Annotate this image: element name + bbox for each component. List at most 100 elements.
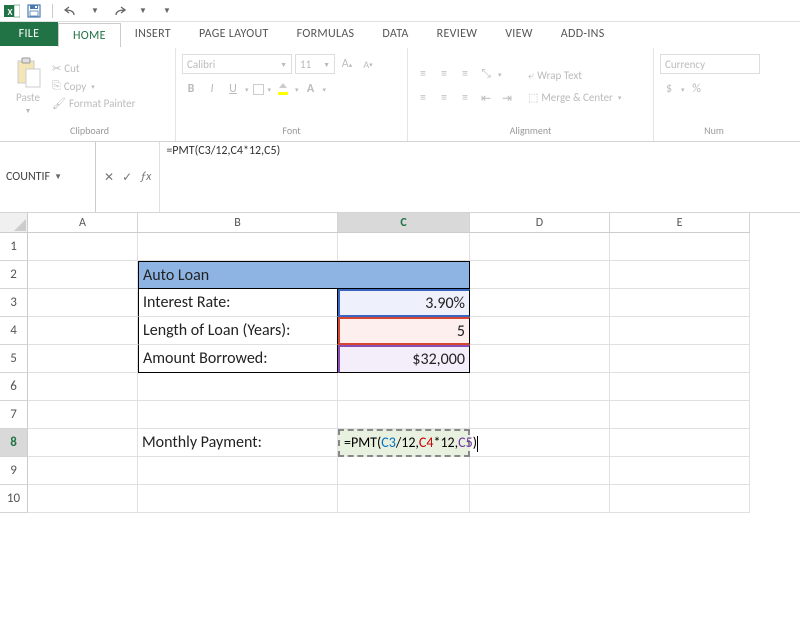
col-A[interactable]: A: [28, 213, 138, 233]
tab-view[interactable]: VIEW: [491, 22, 547, 46]
italic-button[interactable]: I: [203, 80, 221, 98]
select-all-corner[interactable]: [0, 213, 28, 233]
cell-D6[interactable]: [470, 373, 610, 401]
decrease-font-icon[interactable]: A▾: [359, 55, 377, 73]
row-10[interactable]: 10: [0, 485, 28, 513]
underline-button[interactable]: U: [224, 80, 242, 98]
cell-E9[interactable]: [610, 457, 750, 485]
cell-A4[interactable]: [28, 317, 138, 345]
row-8[interactable]: 8: [0, 429, 28, 457]
cell-A1[interactable]: [28, 233, 138, 261]
cell-D10[interactable]: [470, 485, 610, 513]
cell-C1[interactable]: [338, 233, 470, 261]
cell-E1[interactable]: [610, 233, 750, 261]
font-size-select[interactable]: 11▼: [295, 54, 335, 74]
tab-formulas[interactable]: FORMULAS: [283, 22, 369, 46]
fill-color-button[interactable]: [274, 80, 292, 98]
cell-D1[interactable]: [470, 233, 610, 261]
cell-B5[interactable]: Amount Borrowed:: [138, 345, 338, 373]
cell-A10[interactable]: [28, 485, 138, 513]
copy-button[interactable]: ⎘Copy▾: [50, 78, 137, 94]
font-color-button[interactable]: A: [302, 80, 320, 98]
paste-button[interactable]: Paste ▼: [10, 55, 46, 117]
align-middle-icon[interactable]: ≡: [435, 65, 453, 83]
orientation-icon[interactable]: ⤡: [477, 65, 495, 83]
wrap-text-button[interactable]: ⤶Wrap Text: [526, 68, 623, 84]
cell-A6[interactable]: [28, 373, 138, 401]
align-bottom-icon[interactable]: ≡: [456, 65, 474, 83]
cell-D3[interactable]: [470, 289, 610, 317]
cell-B9[interactable]: [138, 457, 338, 485]
spreadsheet-grid[interactable]: A B C D E 1 2 3 4 5 6 7 8 9 10 Auto Loan…: [0, 213, 800, 643]
cell-E3[interactable]: [610, 289, 750, 317]
align-right-icon[interactable]: ≡: [456, 89, 474, 107]
cell-A2[interactable]: [28, 261, 138, 289]
cell-C4[interactable]: 5: [338, 317, 470, 345]
row-2[interactable]: 2: [0, 261, 28, 289]
col-C[interactable]: C: [338, 213, 470, 233]
cell-C6[interactable]: [338, 373, 470, 401]
cell-B4[interactable]: Length of Loan (Years):: [138, 317, 338, 345]
cell-A8[interactable]: [28, 429, 138, 457]
cell-C2[interactable]: [338, 261, 470, 289]
cut-button[interactable]: ✂Cut: [50, 61, 137, 76]
cell-E7[interactable]: [610, 401, 750, 429]
cell-E6[interactable]: [610, 373, 750, 401]
save-button[interactable]: [24, 2, 44, 20]
name-box[interactable]: COUNTIF ▼: [0, 142, 96, 212]
col-B[interactable]: B: [138, 213, 338, 233]
insert-function-button[interactable]: ƒx: [140, 170, 151, 184]
cell-C7[interactable]: [338, 401, 470, 429]
font-name-select[interactable]: Calibri▼: [182, 54, 292, 74]
cell-B1[interactable]: [138, 233, 338, 261]
cell-C10[interactable]: [338, 485, 470, 513]
number-format-select[interactable]: Currency: [660, 54, 760, 74]
row-9[interactable]: 9: [0, 457, 28, 485]
cell-B2[interactable]: Auto Loan: [138, 261, 338, 289]
borders-button[interactable]: [253, 84, 264, 95]
increase-font-icon[interactable]: A▴: [338, 55, 356, 73]
align-top-icon[interactable]: ≡: [414, 65, 432, 83]
cell-D2[interactable]: [470, 261, 610, 289]
row-7[interactable]: 7: [0, 401, 28, 429]
cell-D9[interactable]: [470, 457, 610, 485]
format-painter-button[interactable]: 🖌Format Painter: [50, 96, 137, 111]
cell-B3[interactable]: Interest Rate:: [138, 289, 338, 317]
merge-center-button[interactable]: ⬚Merge & Center▾: [526, 90, 623, 105]
cancel-formula-button[interactable]: ✕: [104, 170, 114, 185]
tab-review[interactable]: REVIEW: [423, 22, 492, 46]
cell-D4[interactable]: [470, 317, 610, 345]
name-box-dropdown-icon[interactable]: ▼: [50, 172, 89, 182]
cell-B6[interactable]: [138, 373, 338, 401]
col-D[interactable]: D: [470, 213, 610, 233]
tab-file[interactable]: FILE: [0, 22, 58, 46]
row-4[interactable]: 4: [0, 317, 28, 345]
cell-E10[interactable]: [610, 485, 750, 513]
align-center-icon[interactable]: ≡: [435, 89, 453, 107]
tab-home[interactable]: HOME: [58, 23, 121, 47]
bold-button[interactable]: B: [182, 80, 200, 98]
cell-E4[interactable]: [610, 317, 750, 345]
cell-C5[interactable]: $32,000: [338, 345, 470, 373]
cell-A9[interactable]: [28, 457, 138, 485]
cell-B7[interactable]: [138, 401, 338, 429]
qat-customize[interactable]: ▼: [157, 2, 177, 20]
tab-insert[interactable]: INSERT: [121, 22, 185, 46]
row-3[interactable]: 3: [0, 289, 28, 317]
cell-B8[interactable]: Monthly Payment:: [138, 429, 338, 457]
align-left-icon[interactable]: ≡: [414, 89, 432, 107]
decrease-indent-icon[interactable]: ⇤: [477, 89, 495, 107]
undo-button[interactable]: [61, 2, 81, 20]
increase-indent-icon[interactable]: ⇥: [498, 89, 516, 107]
cell-A5[interactable]: [28, 345, 138, 373]
percent-button[interactable]: %: [688, 80, 706, 98]
cell-C9[interactable]: [338, 457, 470, 485]
cell-C3[interactable]: 3.90%: [338, 289, 470, 317]
cell-E5[interactable]: [610, 345, 750, 373]
row-6[interactable]: 6: [0, 373, 28, 401]
cell-D7[interactable]: [470, 401, 610, 429]
cell-A7[interactable]: [28, 401, 138, 429]
enter-formula-button[interactable]: ✓: [122, 170, 132, 185]
cell-D8[interactable]: [470, 429, 610, 457]
redo-button[interactable]: [109, 2, 129, 20]
